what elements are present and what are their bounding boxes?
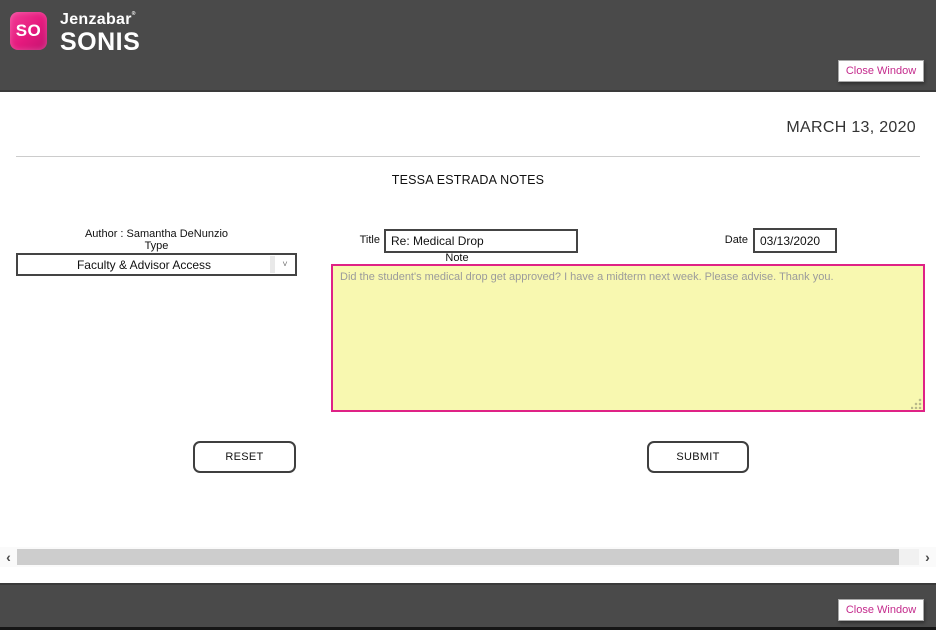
scroll-right-icon[interactable]: ›	[919, 548, 936, 566]
submit-button[interactable]: SUBMIT	[647, 441, 749, 473]
close-window-button-bottom[interactable]: Close Window	[838, 599, 924, 621]
horizontal-scrollbar[interactable]: ‹ ›	[0, 547, 936, 567]
scrollbar-track[interactable]	[17, 549, 919, 565]
brand-name-sonis: SONIS	[60, 28, 141, 56]
page-title: TESSA ESTRADA NOTES	[391, 173, 545, 187]
type-label: Type	[144, 240, 169, 252]
trademark-symbol: ®	[131, 11, 136, 17]
bottom-footer-bar: Close Window	[0, 583, 936, 630]
scrollbar-thumb[interactable]	[17, 549, 900, 565]
so-logo-icon: SO	[10, 12, 47, 50]
top-header-bar: SO Jenzabar® SONIS Close Window	[0, 0, 936, 92]
horizontal-divider	[16, 156, 920, 157]
date-input[interactable]	[753, 228, 837, 253]
type-select[interactable]: Faculty & Advisor Access ˅	[16, 253, 297, 276]
sonis-notes-window: SO Jenzabar® SONIS Close Window MARCH 13…	[0, 0, 936, 630]
resize-grip-icon[interactable]	[911, 398, 922, 409]
date-label: Date	[724, 234, 748, 246]
brand-text: Jenzabar® SONIS	[60, 12, 140, 55]
jenzabar-sonis-logo: SO Jenzabar® SONIS	[10, 12, 140, 55]
title-label: Title	[359, 234, 380, 246]
type-select-value: Faculty & Advisor Access	[76, 257, 212, 272]
date-heading: MARCH 13, 2020	[786, 119, 916, 136]
note-label: Note	[445, 252, 469, 264]
title-input[interactable]	[384, 229, 578, 253]
scroll-left-icon[interactable]: ‹	[0, 548, 17, 566]
brand-jenzabar-label: Jenzabar	[60, 11, 132, 28]
chevron-down-icon: ˅	[282, 259, 288, 269]
close-window-button-top[interactable]: Close Window	[838, 60, 924, 82]
brand-name-jenzabar: Jenzabar®	[60, 12, 140, 28]
reset-button[interactable]: RESET	[193, 441, 296, 473]
note-textarea[interactable]: Did the student's medical drop get appro…	[331, 264, 925, 412]
author-label: Author : Samantha DeNunzio	[84, 228, 229, 240]
